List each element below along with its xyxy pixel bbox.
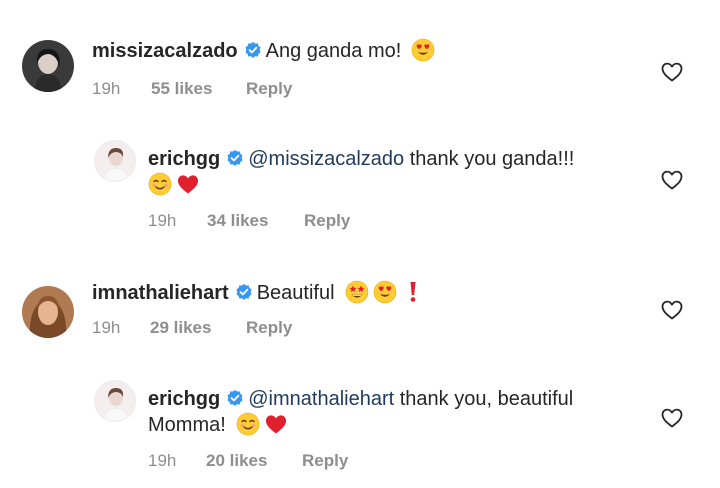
- mention-link[interactable]: @imnathaliehart: [248, 388, 394, 410]
- comment-text-continued: Momma!: [148, 414, 226, 436]
- red-heart-emoji: [264, 412, 288, 436]
- heart-eyes-emoji: [411, 38, 435, 62]
- like-heart-icon[interactable]: [660, 60, 684, 84]
- verified-badge-icon: [226, 389, 244, 407]
- username[interactable]: erichgg: [148, 148, 220, 170]
- comment-time: 19h: [148, 211, 177, 230]
- reply-button[interactable]: Reply: [246, 79, 292, 99]
- likes-count[interactable]: 20 likes: [206, 451, 267, 471]
- comment-line: imnathaliehart Beautiful: [92, 280, 425, 306]
- verified-badge-icon: [244, 41, 262, 59]
- likes-count[interactable]: 29 likes: [150, 318, 211, 338]
- like-heart-icon[interactable]: [660, 298, 684, 322]
- heart-eyes-emoji: [373, 280, 397, 304]
- red-heart-emoji: [176, 172, 200, 196]
- avatar-missizacalzado[interactable]: [22, 40, 74, 92]
- comment-text: Ang ganda mo!: [265, 40, 402, 62]
- comment-line: missizacalzado Ang ganda mo!: [92, 38, 435, 64]
- comment-time: 19h: [148, 451, 177, 470]
- comment-emoji-line: [148, 172, 200, 198]
- username[interactable]: erichgg: [148, 388, 220, 410]
- heavy-exclamation-emoji: [401, 280, 425, 304]
- comment-meta: 19h 55 likes Reply: [92, 79, 392, 101]
- verified-badge-icon: [226, 149, 244, 167]
- smiling-face-emoji: [148, 172, 172, 196]
- comment-meta: 19h 20 likes Reply: [148, 451, 448, 473]
- likes-count[interactable]: 55 likes: [151, 79, 212, 99]
- comment-line: erichgg @imnathaliehart thank you, beauti…: [148, 386, 573, 412]
- reply-button[interactable]: Reply: [246, 318, 292, 338]
- star-struck-emoji: [345, 280, 369, 304]
- avatar-erichgg[interactable]: [94, 380, 136, 422]
- comment-text: thank you ganda!!!: [409, 148, 575, 170]
- comment-meta: 19h 29 likes Reply: [92, 318, 392, 340]
- like-heart-icon[interactable]: [660, 168, 684, 192]
- comment-line: erichgg @missizacalzado thank you ganda!!…: [148, 146, 574, 172]
- avatar-imnathaliehart[interactable]: [22, 286, 74, 338]
- reply-button[interactable]: Reply: [302, 451, 348, 471]
- likes-count[interactable]: 34 likes: [207, 211, 268, 231]
- verified-badge-icon: [235, 283, 253, 301]
- mention-link[interactable]: @missizacalzado: [248, 148, 404, 170]
- comment-time: 19h: [92, 318, 121, 337]
- comment-text: Beautiful: [256, 282, 335, 304]
- comment-line-2: Momma!: [148, 412, 288, 438]
- smiling-face-emoji: [236, 412, 260, 436]
- comment-time: 19h: [92, 79, 121, 98]
- username[interactable]: missizacalzado: [92, 40, 238, 62]
- username[interactable]: imnathaliehart: [92, 282, 229, 304]
- comment-text: thank you, beautiful: [399, 388, 574, 410]
- comment-meta: 19h 34 likes Reply: [148, 211, 448, 233]
- avatar-erichgg[interactable]: [94, 140, 136, 182]
- reply-button[interactable]: Reply: [304, 211, 350, 231]
- like-heart-icon[interactable]: [660, 406, 684, 430]
